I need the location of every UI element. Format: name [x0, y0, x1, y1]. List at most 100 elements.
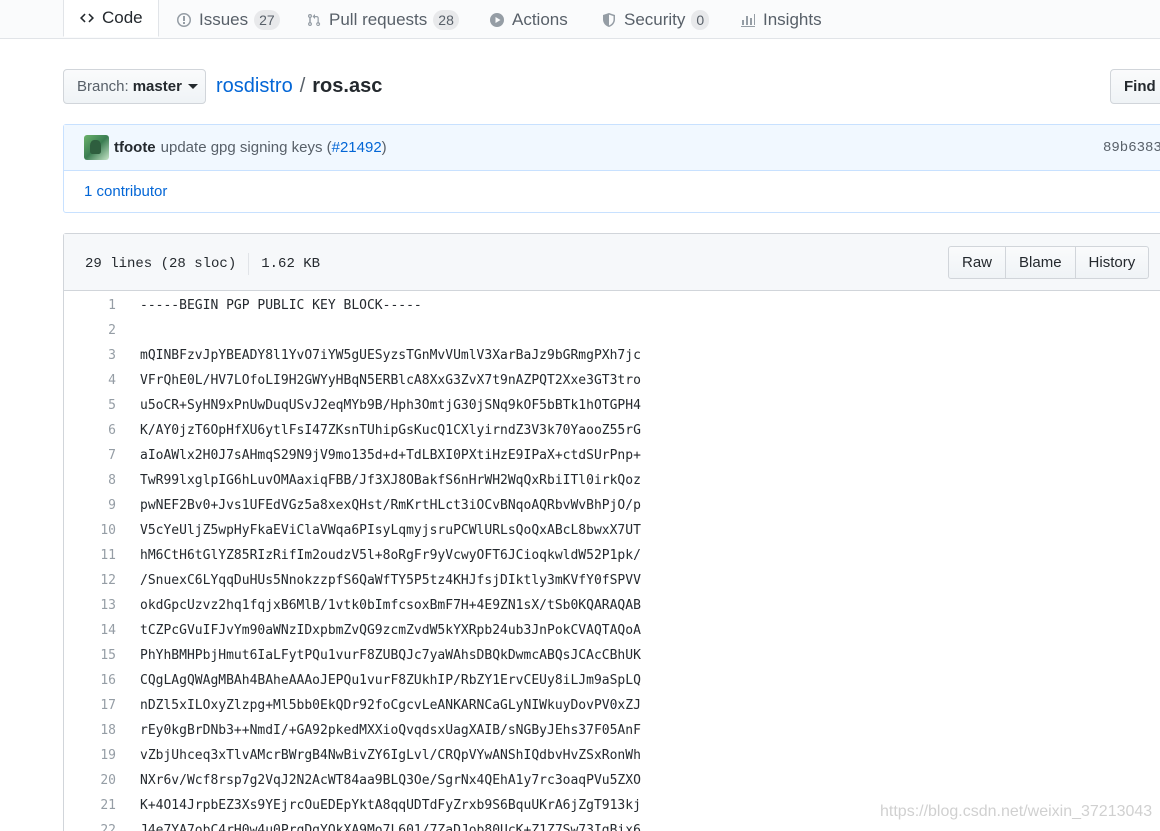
- line-content: PhYhBMHPbjHmut6IaLFytPQu1vurF8ZUBQJc7yaW…: [140, 648, 641, 663]
- line-number[interactable]: 9: [64, 498, 117, 513]
- line-number[interactable]: 12: [64, 573, 117, 588]
- code-line: 2: [64, 318, 1160, 343]
- avatar[interactable]: [84, 135, 109, 160]
- raw-button[interactable]: Raw: [948, 246, 1007, 279]
- line-number[interactable]: 1: [64, 298, 117, 313]
- tab-pull-requests[interactable]: Pull requests 28: [305, 0, 459, 39]
- commit-author-link[interactable]: tfoote: [114, 139, 156, 156]
- line-number[interactable]: 19: [64, 748, 117, 763]
- history-button[interactable]: History: [1074, 246, 1150, 279]
- code-line: 8 TwR99lxglpIG6hLuvOMAaxiqFBB/Jf3XJ8OBakf…: [64, 468, 1160, 493]
- code-line: 11 hM6CtH6tGlYZ85RIzRifIm2oudzV5l+8oRgFr9…: [64, 543, 1160, 568]
- security-counter: 0: [691, 9, 710, 30]
- line-number[interactable]: 4: [64, 373, 117, 388]
- commit-tease: tfoote update gpg signing keys (#21492) …: [63, 124, 1160, 213]
- line-content: hM6CtH6tGlYZ85RIzRifIm2oudzV5l+8oRgFr9yV…: [140, 548, 641, 563]
- line-content: K/AY0jzT6OpHfXU6ytlFsI47ZKsnTUhipGsKucQ1…: [140, 423, 641, 438]
- line-number[interactable]: 8: [64, 473, 117, 488]
- pull-request-icon: [305, 11, 323, 29]
- blame-button[interactable]: Blame: [1005, 246, 1076, 279]
- contributors-link[interactable]: 1 contributor: [64, 171, 1160, 212]
- line-number[interactable]: 17: [64, 698, 117, 713]
- line-number[interactable]: 5: [64, 398, 117, 413]
- play-icon: [488, 11, 506, 29]
- line-content: pwNEF2Bv0+Jvs1UFEdVGz5a8xexQHst/RmKrtHLc…: [140, 498, 641, 513]
- line-content: VFrQhE0L/HV7LOfoLI9H2GWYyHBqN5ERBlcA8XxG…: [140, 373, 641, 388]
- line-number[interactable]: 14: [64, 623, 117, 638]
- line-content: vZbjUhceq3xTlvAMcrBWrgB4NwBivZY6IgLvl/CR…: [140, 748, 641, 763]
- commit-sha-link[interactable]: 89b6383: [1103, 140, 1160, 156]
- line-content: J4e7YA7obC4rH0w4u0PrqDgYOkXA9Mo7L601/7Za…: [140, 823, 641, 831]
- line-content: u5oCR+SyHN9xPnUwDuqUSvJ2eqMYb9B/Hph3Omtj…: [140, 398, 641, 413]
- line-number[interactable]: 16: [64, 673, 117, 688]
- line-content: V5cYeUljZ5wpHyFkaEViClaVWqa6PIsyLqmyjsru…: [140, 523, 641, 538]
- line-number[interactable]: 11: [64, 548, 117, 563]
- tab-issues[interactable]: Issues 27: [175, 0, 280, 39]
- commit-message-text[interactable]: update gpg signing keys (: [161, 139, 332, 156]
- tab-security-label: Security: [624, 9, 686, 29]
- line-content: tCZPcGVuIFJvYm90aWNzIDxpbmZvQG9zcmZvdW5k…: [140, 623, 641, 638]
- tab-pull-requests-label: Pull requests: [329, 9, 428, 29]
- file-size: 1.62 KB: [261, 256, 321, 272]
- tab-actions[interactable]: Actions: [488, 0, 568, 39]
- branch-value: master: [132, 78, 182, 95]
- line-number[interactable]: 10: [64, 523, 117, 538]
- file-info: 29 lines (28 sloc) 1.62 KB: [85, 253, 320, 275]
- code-line: 16 CQgLAgQWAgMBAh4BAheAAAoJEPQu1vurF8ZUkh…: [64, 668, 1160, 693]
- line-number[interactable]: 20: [64, 773, 117, 788]
- line-content: TwR99lxglpIG6hLuvOMAaxiqFBB/Jf3XJ8OBakfS…: [140, 473, 641, 488]
- code-line: 4 VFrQhE0L/HV7LOfoLI9H2GWYyHBqN5ERBlcA8Xx…: [64, 368, 1160, 393]
- line-number[interactable]: 7: [64, 448, 117, 463]
- breadcrumb-file-name: ros.asc: [312, 75, 383, 97]
- pull-request-link[interactable]: #21492: [332, 139, 382, 156]
- code-line: 5 u5oCR+SyHN9xPnUwDuqUSvJ2eqMYb9B/Hph3Omt…: [64, 393, 1160, 418]
- line-number[interactable]: 15: [64, 648, 117, 663]
- breadcrumb-repo-link[interactable]: rosdistro: [216, 75, 293, 98]
- file-header: 29 lines (28 sloc) 1.62 KB Raw Blame His…: [64, 234, 1160, 291]
- code-line: 12/SnuexC6LYqqDuHUs5NnokzzpfS6QaWfTY5P5t…: [64, 568, 1160, 593]
- code-listing: 1 -----BEGIN PGP PUBLIC KEY BLOCK----- 2 3 m…: [64, 291, 1160, 831]
- line-number[interactable]: 2: [64, 323, 117, 338]
- file-lines-info: 29 lines (28 sloc): [85, 256, 237, 272]
- line-content: nDZl5xILOxyZlzpg+Ml5bb0EkQDr92foCgcvLeAN…: [140, 698, 641, 713]
- tab-issues-label: Issues: [199, 9, 249, 29]
- repo-tabbar: Code Issues 27 Pull requests 28 Actions …: [0, 0, 1160, 39]
- tab-insights[interactable]: Insights: [739, 0, 822, 39]
- pull-requests-counter: 28: [433, 9, 459, 30]
- graph-icon: [739, 11, 757, 29]
- line-number[interactable]: 3: [64, 348, 117, 363]
- line-content: rEy0kgBrDNb3++NmdI/+GA92pkedMXXioQvqdsxU…: [140, 723, 641, 738]
- tab-actions-label: Actions: [512, 9, 568, 29]
- line-content: mQINBFzvJpYBEADY8l1YvO7iYW5gUESyzsTGnMvV…: [140, 348, 641, 363]
- branch-selector-button[interactable]: Branch: master: [63, 69, 206, 104]
- code-line: 14 tCZPcGVuIFJvYm90aWNzIDxpbmZvQG9zcmZvdW…: [64, 618, 1160, 643]
- code-line: 20 NXr6v/Wcf8rsp7g2VqJ2N2AcWT84aa9BLQ3Oe/…: [64, 768, 1160, 793]
- commit-summary: tfoote update gpg signing keys (#21492) …: [64, 125, 1160, 171]
- line-number[interactable]: 18: [64, 723, 117, 738]
- line-number[interactable]: 6: [64, 423, 117, 438]
- line-content: -----BEGIN PGP PUBLIC KEY BLOCK-----: [140, 298, 422, 313]
- code-line: 9 pwNEF2Bv0+Jvs1UFEdVGz5a8xexQHst/RmKrtHL…: [64, 493, 1160, 518]
- code-line: 13 okdGpcUzvz2hq1fqjxB6MlB/1vtk0bImfcsoxB…: [64, 593, 1160, 618]
- file-info-divider: [248, 253, 250, 275]
- code-line: 1 -----BEGIN PGP PUBLIC KEY BLOCK-----: [64, 293, 1160, 318]
- watermark-text: https://blog.csdn.net/weixin_37213043: [880, 803, 1153, 820]
- tab-code[interactable]: Code: [63, 0, 159, 37]
- line-content: okdGpcUzvz2hq1fqjxB6MlB/1vtk0bImfcsoxBmF…: [140, 598, 641, 613]
- line-number[interactable]: 21: [64, 798, 117, 813]
- line-content: K+4O14JrpbEZ3Xs9YEjrcOuEDEpYktA8qqUDTdFy…: [140, 798, 641, 813]
- branch-label: Branch:: [77, 78, 129, 95]
- line-content: NXr6v/Wcf8rsp7g2VqJ2N2AcWT84aa9BLQ3Oe/Sg…: [140, 773, 641, 788]
- code-line: 7 aIoAWlx2H0J7sAHmqS29N9jV9mo135d+d+TdLBX…: [64, 443, 1160, 468]
- line-number[interactable]: 13: [64, 598, 117, 613]
- issue-icon: [175, 11, 193, 29]
- code-line: 18 rEy0kgBrDNb3++NmdI/+GA92pkedMXXioQvqds…: [64, 718, 1160, 743]
- breadcrumb-separator: /: [299, 75, 306, 97]
- commit-message-end: ): [381, 139, 387, 156]
- find-file-button[interactable]: Find f: [1110, 69, 1160, 104]
- tab-security[interactable]: Security 0: [600, 0, 710, 39]
- line-content: CQgLAgQWAgMBAh4BAheAAAoJEPQu1vurF8ZUkhIP…: [140, 673, 641, 688]
- shield-icon: [600, 11, 618, 29]
- line-content: /SnuexC6LYqqDuHUs5NnokzzpfS6QaWfTY5P5tz4…: [140, 573, 641, 588]
- line-number[interactable]: 22: [64, 823, 117, 831]
